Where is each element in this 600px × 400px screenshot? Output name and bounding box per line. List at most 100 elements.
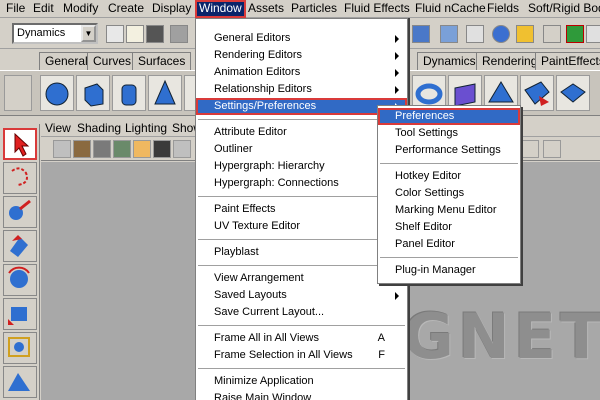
shelf-tab-rendering[interactable]: Rendering [476, 52, 544, 70]
film-gate-icon[interactable] [153, 140, 171, 158]
save-scene-icon[interactable] [146, 25, 164, 43]
xray-icon[interactable] [543, 140, 561, 158]
menu-item-outliner[interactable]: Outliner [196, 141, 407, 158]
lasso-tool-icon[interactable] [3, 162, 37, 194]
submenu-arrow-icon [395, 35, 399, 43]
menu-item-uv-texture-editor[interactable]: UV Texture Editor [196, 218, 407, 235]
open-scene-icon[interactable] [126, 25, 144, 43]
menu-soft-rigid-bodies[interactable]: Soft/Rigid Bodies [526, 0, 600, 18]
menu-display[interactable]: Display [150, 0, 193, 18]
menu-fluid-ncache[interactable]: Fluid nCache [413, 0, 488, 18]
render-icon[interactable] [466, 25, 484, 43]
menu-create[interactable]: Create [106, 0, 146, 18]
viewport-menu-lighting[interactable]: Lighting [125, 121, 167, 135]
submenu-arrow-icon [395, 52, 399, 60]
submenu-item-tool-settings[interactable]: Tool Settings [378, 125, 520, 142]
menu-window[interactable]: Window [195, 0, 246, 18]
submenu-item-preferences[interactable]: Preferences [378, 108, 520, 125]
move-tool-icon[interactable] [3, 230, 37, 262]
menu-separator [380, 257, 518, 259]
submenu-item-performance-settings[interactable]: Performance Settings [378, 142, 520, 159]
select-tool-icon[interactable] [3, 128, 37, 160]
menu-separator [198, 196, 405, 198]
ipr-render-icon[interactable] [492, 25, 510, 43]
viewport-watermark-text: GNET [403, 300, 600, 373]
menu-item-general-editors[interactable]: General Editors [196, 30, 407, 47]
menu-particles[interactable]: Particles [289, 0, 339, 18]
soft-modification-tool-icon[interactable] [3, 366, 37, 398]
menu-fields[interactable]: Fields [485, 0, 521, 18]
submenu-item-marking-menu-editor[interactable]: Marking Menu Editor [378, 202, 520, 219]
menu-item-hypergraph-hierarchy[interactable]: Hypergraph: Hierarchy [196, 158, 407, 175]
viewport-menu-view[interactable]: View [45, 121, 71, 135]
menu-item-minimize-application[interactable]: Minimize Application [196, 373, 407, 390]
snap-icon[interactable] [412, 25, 430, 43]
resolution-gate-icon[interactable] [173, 140, 191, 158]
submenu-arrow-icon [395, 69, 399, 77]
submenu-item-panel-editor[interactable]: Panel Editor [378, 236, 520, 253]
render-settings-icon[interactable] [516, 25, 534, 43]
menu-item-animation-editors[interactable]: Animation Editors [196, 64, 407, 81]
menu-separator [198, 119, 405, 121]
menu-item-hypergraph-connections[interactable]: Hypergraph: Connections [196, 175, 407, 192]
lock-icon[interactable] [543, 25, 561, 43]
menu-item-frame-all-in-all-views[interactable]: Frame All in All Views A [196, 330, 407, 347]
rotate-tool-icon[interactable] [3, 264, 37, 296]
attribute-editor-icon[interactable] [586, 25, 600, 43]
menu-file[interactable]: File [4, 0, 27, 18]
viewport-menu-shading[interactable]: Shading [77, 121, 121, 135]
shelf-tab-surfaces[interactable]: Surfaces [132, 52, 192, 70]
new-scene-icon[interactable] [106, 25, 124, 43]
menu-fluid-effects[interactable]: Fluid Effects [342, 0, 412, 18]
menu-item-raise-main-window[interactable]: Raise Main Window [196, 390, 407, 400]
poly-sphere-icon[interactable] [40, 75, 74, 111]
menu-item-playblast[interactable]: Playblast [196, 244, 407, 261]
submenu-item-plug-in-manager[interactable]: Plug-in Manager [378, 262, 520, 279]
submenu-item-shelf-editor[interactable]: Shelf Editor [378, 219, 520, 236]
poly-cone-icon[interactable] [148, 75, 182, 111]
bookmarks-icon[interactable] [93, 140, 111, 158]
poly-cylinder-icon[interactable] [112, 75, 146, 111]
shelf-tab-general[interactable]: General [39, 52, 94, 70]
menu-item-attribute-editor[interactable]: Attribute Editor [196, 124, 407, 141]
submenu-arrow-icon [395, 292, 399, 300]
shelf-options-icon[interactable] [4, 75, 32, 111]
menu-item-frame-selection-in-all-views[interactable]: Frame Selection in All Views F [196, 347, 407, 364]
poly-cube-icon[interactable] [76, 75, 110, 111]
menu-item-rendering-editors[interactable]: Rendering Editors [196, 47, 407, 64]
submenu-item-color-settings[interactable]: Color Settings [378, 185, 520, 202]
menu-separator [380, 163, 518, 165]
shelf-tab-curves[interactable]: Curves [87, 52, 138, 70]
scale-tool-icon[interactable] [3, 298, 37, 330]
poly-pipe-icon[interactable] [520, 75, 554, 111]
menu-edit[interactable]: Edit [31, 0, 56, 18]
menu-modify[interactable]: Modify [61, 0, 100, 18]
menu-item-relationship-editors[interactable]: Relationship Editors [196, 81, 407, 98]
menu-item-view-arrangement[interactable]: View Arrangement [196, 270, 407, 287]
shortcut-label: F [378, 349, 385, 361]
menu-item-settings-preferences[interactable]: Settings/Preferences [196, 98, 407, 115]
menu-separator [198, 368, 405, 370]
select-by-hierarchy-icon[interactable] [170, 25, 188, 43]
menu-item-saved-layouts[interactable]: Saved Layouts [196, 287, 407, 304]
isolate-select-icon[interactable] [521, 140, 539, 158]
paint-select-tool-icon[interactable] [3, 196, 37, 228]
menu-item-paint-effects[interactable]: Paint Effects [196, 201, 407, 218]
menu-assets[interactable]: Assets [246, 0, 286, 18]
main-menubar: File Edit Modify Create Display Window A… [0, 0, 600, 18]
universal-manipulator-icon[interactable] [3, 332, 37, 364]
camera-attributes-icon[interactable] [73, 140, 91, 158]
history-icon[interactable] [440, 25, 458, 43]
submenu-item-hotkey-editor[interactable]: Hotkey Editor [378, 168, 520, 185]
menu-item-save-current-layout[interactable]: Save Current Layout... [196, 304, 407, 321]
camera-icon[interactable] [53, 140, 71, 158]
chevron-down-icon: ▼ [81, 25, 96, 42]
poly-helix-icon[interactable] [556, 75, 590, 111]
grid-icon[interactable] [133, 140, 151, 158]
shelf-tab-dynamics[interactable]: Dynamics [417, 52, 482, 70]
image-plane-icon[interactable] [113, 140, 131, 158]
menu-set-dropdown[interactable]: Dynamics ▼ [12, 23, 98, 44]
menu-set-value: Dynamics [17, 27, 66, 39]
shelf-tab-painteffects[interactable]: PaintEffects [535, 52, 600, 70]
channel-box-icon[interactable] [566, 25, 584, 43]
